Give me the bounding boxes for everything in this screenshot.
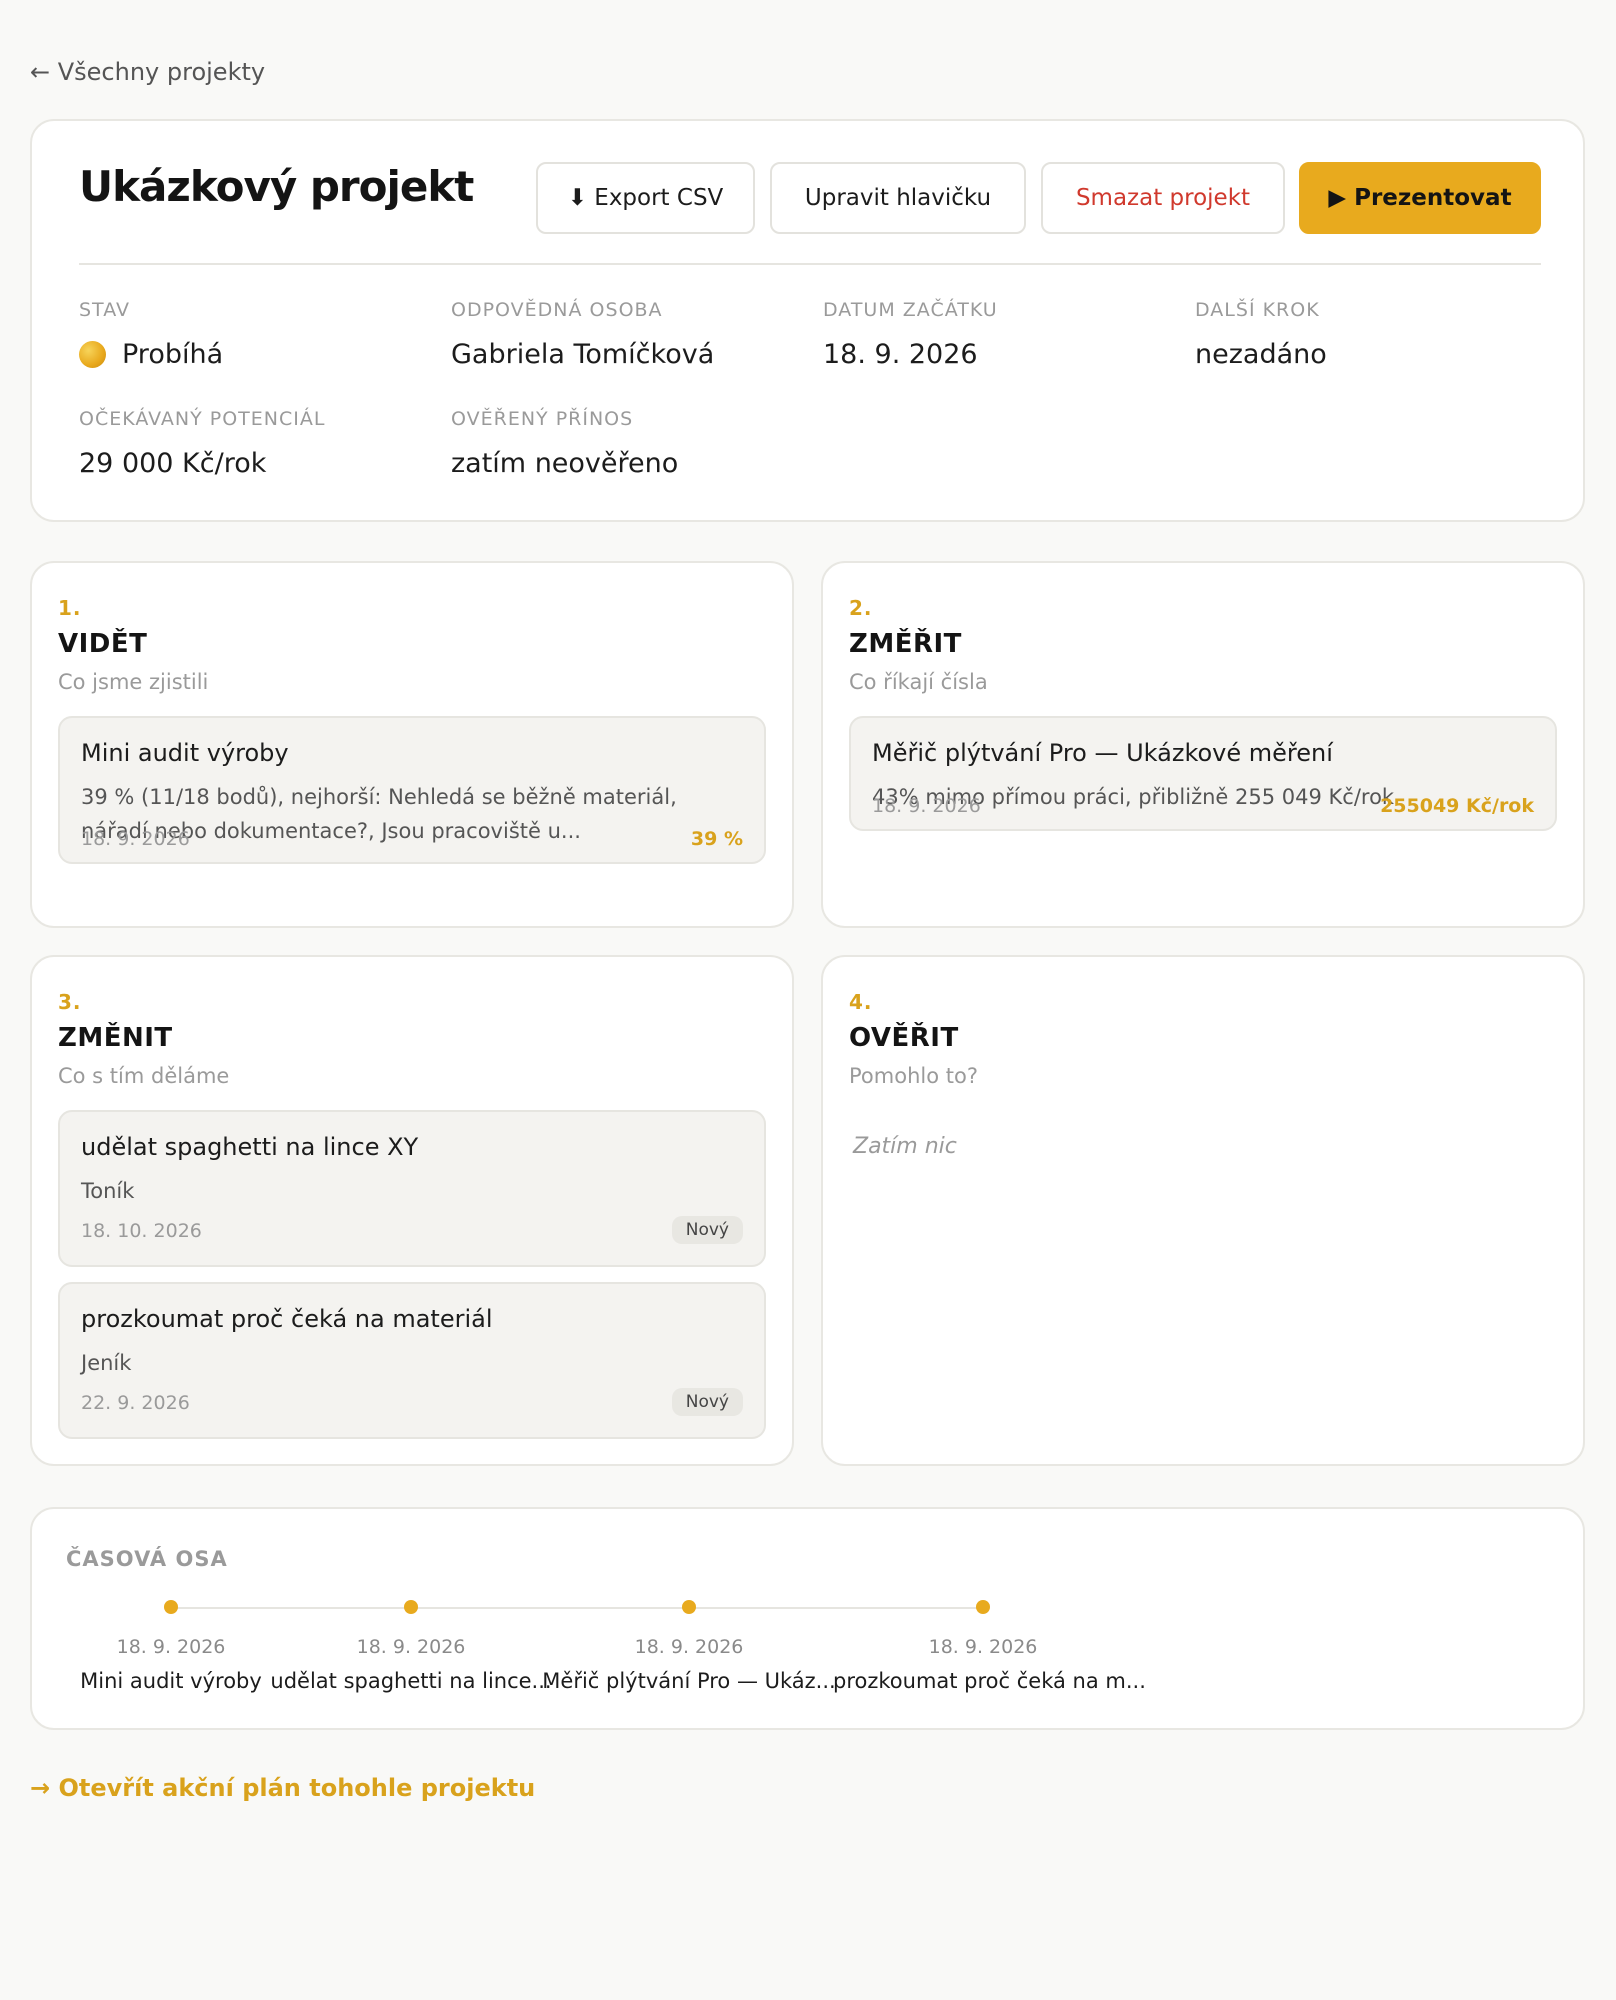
status-dot-icon (79, 341, 106, 368)
phase-number: 2. (849, 596, 873, 620)
item-owner: Toník (81, 1179, 135, 1203)
meta-start: DATUM ZAČÁTKU 18. 9. 2026 (823, 299, 998, 370)
meta-potential-label: OČEKÁVANÝ POTENCIÁL (79, 408, 326, 430)
timeline-date: 18. 9. 2026 (928, 1636, 1038, 1658)
export-csv-button[interactable]: ⬇ Export CSV (536, 162, 755, 234)
item-title: Měřič plýtvání Pro — Ukázkové měření (872, 739, 1333, 767)
meta-potential: OČEKÁVANÝ POTENCIÁL 29 000 Kč/rok (79, 408, 325, 479)
meta-start-value: 18. 9. 2026 (823, 339, 978, 370)
item-date: 18. 10. 2026 (81, 1220, 202, 1242)
edit-header-button[interactable]: Upravit hlavičku (770, 162, 1026, 234)
timeline-line (171, 1607, 983, 1609)
timeline-date: 18. 9. 2026 (634, 1636, 744, 1658)
timeline-date: 18. 9. 2026 (356, 1636, 466, 1658)
timeline-title: ČASOVÁ OSA (66, 1547, 228, 1571)
empty-state-text: Zatím nic (853, 1134, 957, 1159)
phase-title: ZMĚŘIT (849, 629, 962, 659)
phase-verify-card: 4. OVĚŘIT Pomohlo to? Zatím nic (821, 955, 1585, 1466)
item-owner: Jeník (81, 1351, 132, 1375)
item-date: 18. 9. 2026 (872, 795, 981, 817)
meta-owner: ODPOVĚDNÁ OSOBA Gabriela Tomíčková (451, 299, 714, 370)
back-to-projects-link[interactable]: ← Všechny projekty (30, 58, 265, 86)
meta-start-label: DATUM ZAČÁTKU (823, 299, 998, 321)
action-item[interactable]: prozkoumat proč čeká na materiál Jeník 2… (58, 1282, 766, 1439)
phase-subtitle: Co s tím děláme (58, 1064, 230, 1088)
item-metric: 255049 Kč/rok (1380, 795, 1534, 817)
phase-number: 1. (58, 596, 82, 620)
item-date: 22. 9. 2026 (81, 1392, 190, 1414)
meta-potential-value: 29 000 Kč/rok (79, 448, 267, 479)
meta-next: DALŠÍ KROK nezadáno (1195, 299, 1327, 370)
timeline-label: udělat spaghetti na lince... (270, 1669, 552, 1693)
phase-number: 4. (849, 990, 873, 1014)
phase-see-card: 1. VIDĚT Co jsme zjistili Mini audit výr… (30, 561, 794, 928)
meta-next-value: nezadáno (1195, 339, 1327, 370)
measurement-item[interactable]: Měřič plýtvání Pro — Ukázkové měření 43%… (849, 716, 1557, 831)
meta-owner-value: Gabriela Tomíčková (451, 339, 715, 370)
item-metric: 39 % (690, 828, 743, 850)
phase-subtitle: Co říkají čísla (849, 670, 988, 694)
timeline-label: Měřič plýtvání Pro — Ukáz... (542, 1669, 836, 1693)
timeline-dot (976, 1600, 990, 1614)
project-header-card: Ukázkový projekt ⬇ Export CSV Upravit hl… (30, 119, 1585, 522)
phase-number: 3. (58, 990, 82, 1014)
phase-subtitle: Co jsme zjistili (58, 670, 209, 694)
phase-title: VIDĚT (58, 629, 148, 659)
phase-measure-card: 2. ZMĚŘIT Co říkají čísla Měřič plýtvání… (821, 561, 1585, 928)
meta-status: STAV Probíhá (79, 299, 223, 370)
present-button[interactable]: ▶ Prezentovat (1299, 162, 1541, 234)
page-title: Ukázkový projekt (79, 162, 474, 211)
timeline-label: prozkoumat proč čeká na m... (833, 1669, 1146, 1693)
meta-benefit-label: OVĚŘENÝ PŘÍNOS (451, 408, 634, 430)
meta-status-label: STAV (79, 299, 130, 321)
meta-benefit-value: zatím neověřeno (451, 448, 679, 479)
phase-subtitle: Pomohlo to? (849, 1064, 978, 1088)
phase-change-card: 3. ZMĚNIT Co s tím děláme udělat spaghet… (30, 955, 794, 1466)
open-action-plan-link[interactable]: → Otevřít akční plán tohohle projektu (30, 1774, 535, 1802)
header-divider (79, 263, 1541, 265)
meta-owner-label: ODPOVĚDNÁ OSOBA (451, 299, 663, 321)
timeline-card: ČASOVÁ OSA 18. 9. 2026 Mini audit výroby… (30, 1507, 1585, 1730)
delete-project-button[interactable]: Smazat projekt (1041, 162, 1285, 234)
status-badge: Nový (671, 1388, 743, 1416)
action-item[interactable]: udělat spaghetti na lince XY Toník 18. 1… (58, 1110, 766, 1267)
finding-item[interactable]: Mini audit výroby 39 % (11/18 bodů), nej… (58, 716, 766, 864)
phase-title: ZMĚNIT (58, 1023, 173, 1053)
timeline-dot (164, 1600, 178, 1614)
timeline-dot (682, 1600, 696, 1614)
item-title: prozkoumat proč čeká na materiál (81, 1305, 493, 1333)
meta-next-label: DALŠÍ KROK (1195, 299, 1320, 321)
timeline-dot (404, 1600, 418, 1614)
meta-status-value: Probíhá (79, 339, 223, 370)
meta-benefit: OVĚŘENÝ PŘÍNOS zatím neověřeno (451, 408, 678, 479)
item-title: udělat spaghetti na lince XY (81, 1133, 419, 1161)
item-date: 18. 9. 2026 (81, 828, 190, 850)
status-text: Probíhá (122, 339, 224, 370)
phase-title: OVĚŘIT (849, 1023, 959, 1053)
item-title: Mini audit výroby (81, 739, 289, 767)
status-badge: Nový (671, 1216, 743, 1244)
